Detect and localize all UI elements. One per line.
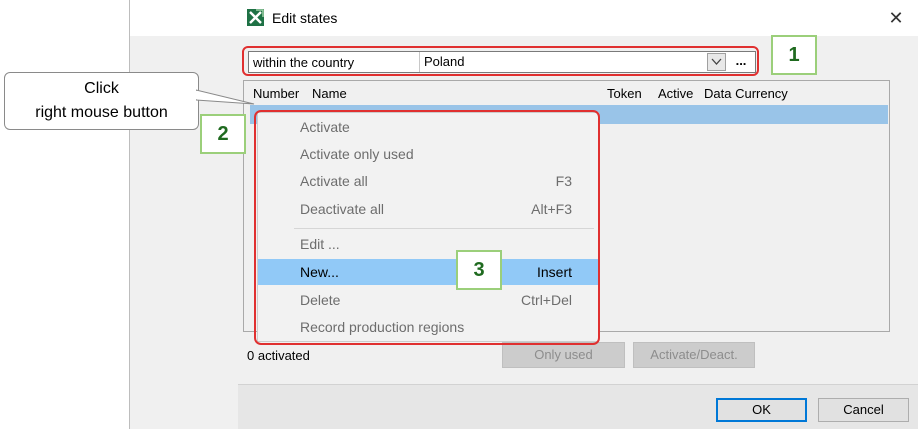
column-active[interactable]: Active [658,86,693,101]
step-badge-3: 3 [456,250,502,290]
column-data-currency[interactable]: Data Currency [704,86,788,101]
cancel-button[interactable]: Cancel [818,398,909,422]
title-bar: Edit states ✕ [130,0,918,36]
callout-line-2: right mouse button [35,104,168,121]
instruction-callout: Click right mouse button [4,72,199,130]
excel-app-icon [247,9,264,26]
screenshot-root: Edit states ✕ within the country Poland … [0,0,918,429]
ok-button[interactable]: OK [716,398,807,422]
callout-line-1: Click [84,80,119,97]
activated-count: 0 activated [247,348,310,363]
only-used-button[interactable]: Only used [502,342,625,368]
window-title: Edit states [272,10,338,26]
step-badge-2: 2 [200,114,246,154]
step-badge-1: 1 [771,35,817,75]
button-bar [238,384,918,429]
column-name[interactable]: Name [312,86,347,101]
callout-pointer [196,89,255,105]
column-number[interactable]: Number [253,86,299,101]
column-token[interactable]: Token [607,86,642,101]
close-icon[interactable]: ✕ [886,8,906,28]
highlight-frame-1 [242,46,759,76]
highlight-frame-2 [254,110,600,345]
activate-deact-button[interactable]: Activate/Deact. [633,342,755,368]
